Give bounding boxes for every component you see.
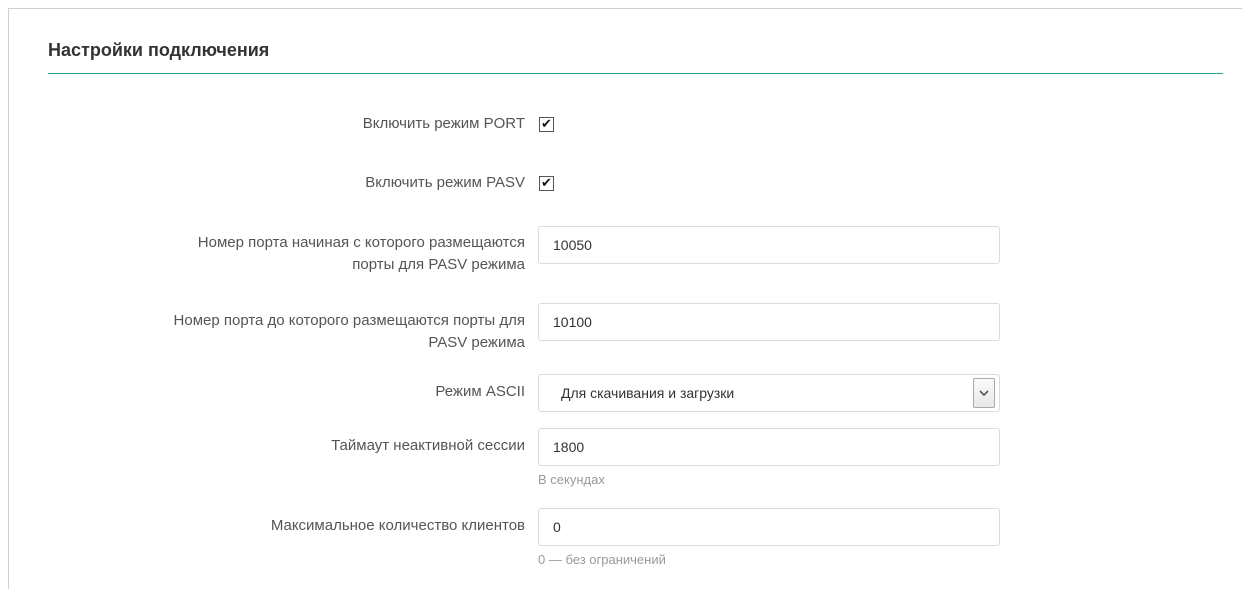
pasv-mode-checkbox[interactable]: ✔ — [539, 176, 554, 191]
section-divider — [48, 73, 1223, 74]
max-clients-input[interactable] — [538, 508, 1000, 546]
pasv-port-start-label-line2: порты для PASV режима — [352, 256, 525, 273]
pasv-port-end-input[interactable] — [538, 303, 1000, 341]
section-title: Настройки подключения — [48, 40, 270, 60]
port-mode-label: Включить режим PORT — [362, 115, 525, 132]
ascii-mode-select[interactable]: Для скачивания и загрузки — [538, 374, 1000, 412]
pasv-port-end-label: Номер порта до которого размещаются порт… — [55, 310, 525, 354]
session-timeout-label: Таймаут неактивной сессии — [331, 437, 525, 454]
pasv-port-start-input[interactable] — [538, 226, 1000, 264]
pasv-port-start-label: Номер порта начиная с которого размещают… — [55, 232, 525, 276]
ascii-mode-label: Режим ASCII — [435, 383, 525, 400]
max-clients-label: Максимальное количество клиентов — [270, 517, 525, 534]
pasv-port-start-label-line1: Номер порта начиная с которого размещают… — [197, 234, 525, 251]
panel-frame — [8, 8, 1242, 589]
pasv-port-end-label-line2: PASV режима — [428, 334, 525, 351]
session-timeout-hint: В секундах — [538, 472, 605, 487]
session-timeout-input[interactable] — [538, 428, 1000, 466]
ascii-mode-selected-value: Для скачивания и загрузки — [561, 385, 735, 401]
chevron-down-icon[interactable] — [973, 378, 995, 408]
pasv-port-end-label-line1: Номер порта до которого размещаются порт… — [173, 312, 525, 329]
max-clients-hint: 0 — без ограничений — [538, 552, 666, 567]
checkmark-icon: ✔ — [541, 117, 552, 132]
checkmark-icon: ✔ — [541, 176, 552, 191]
port-mode-checkbox[interactable]: ✔ — [539, 117, 554, 132]
pasv-mode-label: Включить режим PASV — [365, 174, 525, 191]
